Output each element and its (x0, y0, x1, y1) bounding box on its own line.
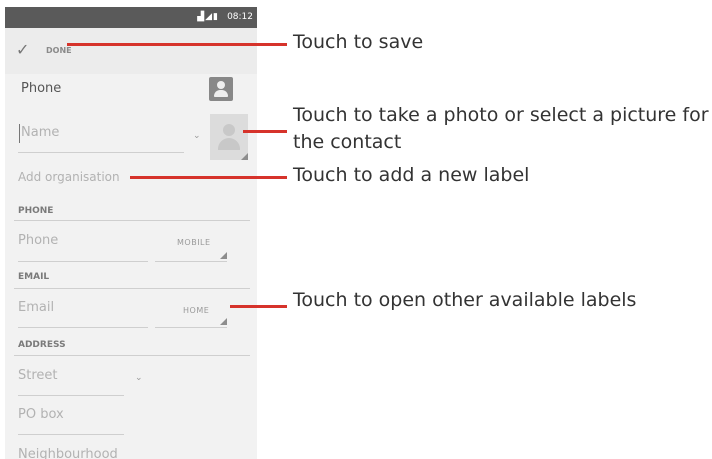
other-labels-callout-line (230, 305, 287, 308)
email-field[interactable]: Email (18, 300, 54, 315)
email-underline (18, 327, 148, 328)
save-callout-line (67, 43, 287, 46)
street-underline (18, 395, 124, 396)
address-section-header: ADDRESS (18, 340, 66, 350)
account-label: Phone (21, 81, 62, 96)
name-field[interactable]: Name (21, 125, 59, 140)
other-labels-callout-text: Touch to open other available labels (293, 289, 637, 311)
email-type-underline (155, 327, 227, 328)
dropdown-corner-icon (220, 318, 227, 325)
name-underline (18, 152, 184, 153)
phone-section-header: PHONE (18, 206, 54, 216)
photo-callout-text-line1: Touch to take a photo or select a pictur… (293, 104, 709, 126)
photo-callout-line (243, 130, 287, 133)
phone-type-underline (155, 261, 227, 262)
po-box-field[interactable]: PO box (18, 407, 64, 422)
chevron-down-icon[interactable]: ⌄ (193, 131, 201, 141)
street-field[interactable]: Street (18, 368, 58, 383)
checkmark-icon[interactable]: ✓ (16, 40, 29, 59)
action-bar: ✓ DONE (5, 28, 257, 74)
phone-screen: ▟◢▮ 08:12 ✓ DONE Phone Name ⌄ Add organi… (5, 7, 257, 459)
contact-card-icon (209, 77, 233, 101)
chevron-down-icon[interactable]: ⌄ (135, 373, 143, 383)
status-time: 08:12 (227, 12, 253, 22)
text-cursor (19, 124, 20, 143)
status-bar: ▟◢▮ 08:12 (5, 7, 257, 28)
dropdown-corner-icon (220, 252, 227, 259)
done-button[interactable]: DONE (46, 46, 72, 55)
save-callout-text: Touch to save (293, 31, 424, 53)
section-divider (14, 288, 250, 289)
section-divider (14, 355, 250, 356)
email-section-header: EMAIL (18, 272, 50, 282)
po-box-underline (18, 434, 124, 435)
photo-corner-icon (241, 153, 248, 160)
phone-field[interactable]: Phone (18, 233, 58, 248)
signal-battery-icon: ▟◢▮ (197, 12, 219, 22)
photo-callout-text-line2: the contact (293, 131, 402, 153)
section-divider (14, 220, 250, 221)
label-callout-text: Touch to add a new label (293, 164, 530, 186)
neighbourhood-field[interactable]: Neighbourhood (18, 447, 118, 459)
add-organisation-link[interactable]: Add organisation (18, 170, 120, 184)
phone-underline (18, 261, 148, 262)
phone-type-dropdown[interactable]: MOBILE (177, 238, 211, 247)
email-type-dropdown[interactable]: HOME (183, 306, 209, 315)
label-callout-line (130, 176, 287, 179)
